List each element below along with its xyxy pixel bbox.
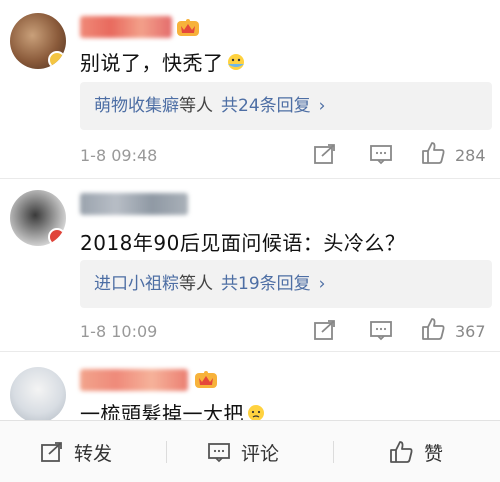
avatar[interactable] [10,13,66,69]
reply-user-names[interactable]: 进口小祖粽 [94,274,179,294]
avatar[interactable] [10,190,66,246]
like-button[interactable]: 赞 [388,421,443,482]
comment-label: 评论 [241,442,280,465]
thumbs-up-icon[interactable] [420,140,446,166]
comment-item: 2018年90后见面问候语：头冷么？ 进口小祖粽等人 共19条回复 › 1-8 10… [0,179,500,351]
comment-icon[interactable] [369,143,393,165]
cold-sweat-emoji-icon [248,405,264,420]
repost-label: 转发 [74,442,113,465]
smiling-face-emoji-icon [227,54,244,70]
comment-time: 1-8 09:48 [80,146,158,165]
chevron-right-icon: › [318,96,326,116]
comment-button[interactable]: 评论 [207,421,279,482]
repost-icon[interactable] [313,143,337,165]
comment-item: 别说了，快秃了 萌物收集癖等人 共24条回复 › 1-8 09:48 284 [0,0,500,178]
username-blurred[interactable] [80,193,188,215]
like-label: 赞 [424,442,444,465]
replies-summary[interactable]: 进口小祖粽等人 共19条回复 › [80,260,492,308]
repost-icon[interactable] [313,319,337,341]
username-blurred[interactable] [80,369,188,391]
comment-text: 一梳頭髮掉一大把 [80,398,266,420]
reply-count[interactable]: 共19条回复 [221,274,311,294]
thumbs-up-icon[interactable] [420,316,446,342]
bottom-action-bar: 转发 评论 赞 [0,420,500,482]
vip-crown-icon [177,19,199,36]
comment-text: 别说了，快秃了 [80,47,246,76]
avatar[interactable] [10,367,66,420]
reply-user-names[interactable]: 萌物收集癖 [94,96,179,116]
comment-icon [208,443,230,463]
repost-button[interactable]: 转发 [40,421,112,482]
comment-icon[interactable] [369,319,393,341]
chevron-right-icon: › [318,274,326,294]
thumbs-up-icon [390,441,413,463]
replies-summary[interactable]: 萌物收集癖等人 共24条回复 › [80,82,492,130]
like-count: 367 [455,322,486,341]
vip-crown-icon [195,371,217,388]
comment-time: 1-8 10:09 [80,322,158,341]
like-count: 284 [455,146,486,165]
repost-icon [41,442,62,462]
divider [333,441,334,463]
reply-count[interactable]: 共24条回复 [221,96,311,116]
comment-item: 一梳頭髮掉一大把 [0,352,500,420]
comment-text: 2018年90后见面问候语：头冷么？ [80,231,406,255]
divider [166,441,167,463]
username-blurred[interactable] [80,16,172,38]
